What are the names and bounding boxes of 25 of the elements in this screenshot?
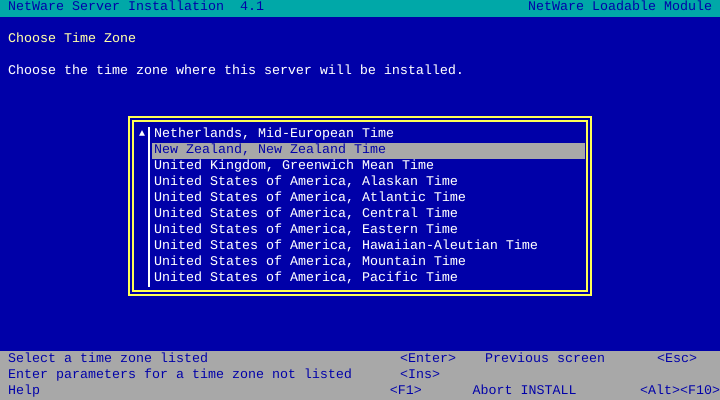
- footer-action: Abort INSTALL: [472, 384, 576, 399]
- scroll-up-indicator: ▲: [138, 128, 145, 142]
- time-zone-item[interactable]: United Kingdom, Greenwich Mean Time: [152, 159, 585, 175]
- footer-action: Enter parameters for a time zone not listed: [8, 368, 352, 383]
- footer-action: Select a time zone listed: [8, 352, 208, 367]
- time-zone-item[interactable]: Netherlands, Mid-European Time: [152, 127, 585, 143]
- time-zone-item[interactable]: United States of America, Atlantic Time: [152, 191, 585, 207]
- time-zone-item[interactable]: United States of America, Mountain Time: [152, 255, 585, 271]
- footer-action: Previous screen: [485, 352, 605, 367]
- instruction-text: Choose the time zone where this server will be installed.: [8, 64, 465, 80]
- header-title: NetWare Server Installation 4.1: [8, 0, 264, 17]
- key-hint: <Ins>: [400, 368, 440, 383]
- key-hint: <F1>: [390, 384, 422, 399]
- footer-action: Help: [8, 384, 40, 399]
- time-zone-item[interactable]: United States of America, Central Time: [152, 207, 585, 223]
- time-zone-item[interactable]: New Zealand, New Zealand Time: [152, 143, 585, 159]
- key-hint: <Esc>: [657, 352, 697, 367]
- screen-heading: Choose Time Zone: [8, 32, 137, 48]
- time-zone-item[interactable]: United States of America, Alaskan Time: [152, 175, 585, 191]
- key-hint: <Alt><F10>: [640, 384, 720, 399]
- key-hint: <Enter>: [400, 352, 456, 367]
- time-zone-item[interactable]: United States of America, Pacific Time: [152, 271, 585, 287]
- time-zone-item[interactable]: United States of America, Eastern Time: [152, 223, 585, 239]
- time-zone-item[interactable]: United States of America, Hawaiian-Aleutian Time: [152, 239, 585, 255]
- header-module: NetWare Loadable Module: [528, 0, 712, 17]
